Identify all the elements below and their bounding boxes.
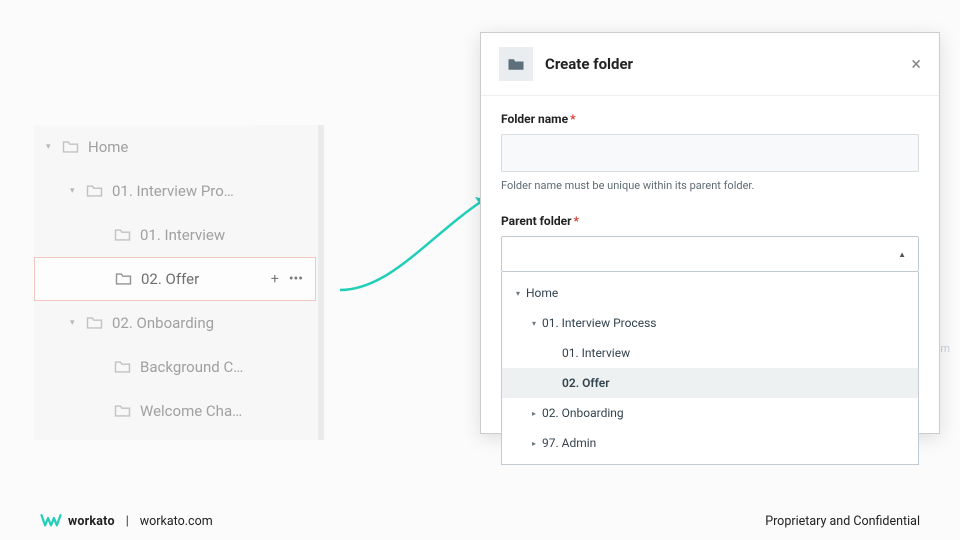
chevron-down-icon: ▾ [516, 289, 526, 298]
dropdown-item-label: 02. Onboarding [542, 406, 624, 420]
close-icon[interactable]: × [911, 54, 921, 75]
caret-up-icon: ▲ [898, 250, 906, 259]
tree-label: 02. Offer [141, 270, 199, 288]
tree-label: Background C… [140, 358, 243, 376]
folder-name-label: Folder name* [501, 112, 919, 126]
folder-icon [86, 184, 103, 198]
dd-offer[interactable]: 02. Offer [502, 368, 918, 398]
chevron-down-icon: ▾ [532, 319, 542, 328]
parent-folder-select[interactable]: ▲ [501, 236, 919, 272]
modal-title: Create folder [545, 55, 633, 73]
dd-interview[interactable]: 01. Interview [502, 338, 918, 368]
tree-row-offer[interactable]: 02. Offer + ••• [34, 257, 316, 301]
dropdown-item-label: 01. Interview Process [542, 316, 656, 330]
folder-icon-box [499, 47, 533, 81]
brand-site: workato.com [140, 514, 213, 529]
chevron-right-icon: ▸ [532, 409, 542, 418]
annotation-arrow [330, 175, 500, 315]
chevron-right-icon: ▸ [532, 439, 542, 448]
tree-label: 02. Onboarding [112, 314, 214, 332]
tree-row-background[interactable]: Background C… [34, 345, 324, 389]
more-icon[interactable]: ••• [289, 271, 303, 287]
folder-name-input[interactable] [501, 134, 919, 172]
folder-icon [114, 228, 131, 242]
folder-icon [62, 140, 79, 154]
chevron-down-icon: ▾ [70, 186, 82, 196]
dropdown-item-label: 01. Interview [562, 346, 630, 360]
footer-separator: | [126, 514, 129, 529]
brand-name: workato [68, 514, 115, 529]
modal-header: Create folder × [481, 33, 939, 96]
chevron-down-icon: ▾ [70, 318, 82, 328]
folder-icon [115, 272, 132, 286]
folder-icon [114, 404, 131, 418]
parent-folder-label: Parent folder* [501, 214, 919, 228]
create-folder-modal: Create folder × Folder name* Folder name… [480, 32, 940, 434]
tree-row-interview-process[interactable]: ▾ 01. Interview Pro… [34, 169, 324, 213]
workato-logo-icon [40, 513, 62, 529]
chevron-down-icon: ▾ [46, 142, 58, 152]
add-icon[interactable]: + [271, 271, 279, 287]
modal-body: Folder name* Folder name must be unique … [481, 96, 939, 481]
dropdown-item-label: 02. Offer [562, 376, 610, 390]
folder-icon [114, 360, 131, 374]
slide-footer: workato | workato.com Proprietary and Co… [0, 502, 960, 540]
folder-name-hint: Folder name must be unique within its pa… [501, 179, 919, 192]
folder-icon [507, 57, 525, 72]
tree-row-interview[interactable]: 01. Interview [34, 213, 324, 257]
tree-row-home[interactable]: ▾ Home [34, 125, 324, 169]
tree-row-onboarding[interactable]: ▾ 02. Onboarding [34, 301, 324, 345]
tree-label: 01. Interview [140, 226, 225, 244]
dd-onboarding[interactable]: ▸ 02. Onboarding [502, 398, 918, 428]
parent-folder-dropdown: ▾ Home ▾ 01. Interview Process 01. Inter… [501, 272, 919, 465]
dd-admin[interactable]: ▸ 97. Admin [502, 428, 918, 458]
tree-label: 01. Interview Pro… [112, 182, 234, 200]
dd-interview-process[interactable]: ▾ 01. Interview Process [502, 308, 918, 338]
dropdown-item-label: Home [526, 286, 558, 300]
tree-row-welcome[interactable]: Welcome Cha… [34, 389, 324, 433]
brand-block: workato | workato.com [40, 513, 213, 529]
footer-confidential: Proprietary and Confidential [765, 514, 920, 529]
folder-icon [86, 316, 103, 330]
tree-label: Home [88, 138, 128, 156]
folder-tree-panel: ▾ Home ▾ 01. Interview Pro… 01. Intervie… [34, 125, 324, 440]
dropdown-item-label: 97. Admin [542, 436, 596, 450]
tree-label: Welcome Cha… [140, 402, 242, 420]
dd-home[interactable]: ▾ Home [502, 278, 918, 308]
